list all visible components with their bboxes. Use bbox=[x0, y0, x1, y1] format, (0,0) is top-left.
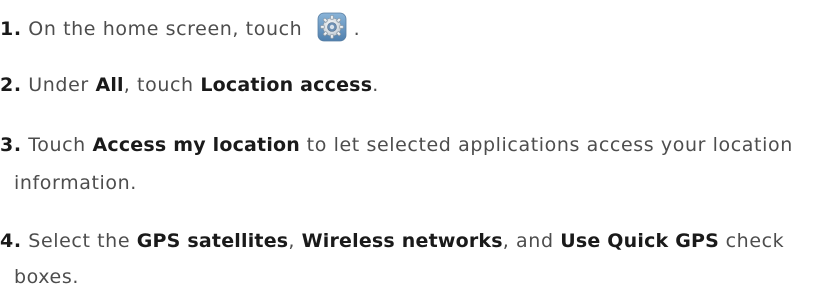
step-3-continuation: information. bbox=[14, 172, 137, 194]
step-text-end: . bbox=[353, 18, 361, 40]
bold-term-wireless-networks: Wireless networks bbox=[301, 230, 503, 252]
step-number: 2. bbox=[0, 74, 22, 96]
step-text: to let selected applications access your… bbox=[300, 134, 793, 156]
step-2: 2. Under All, touch Location access. bbox=[0, 64, 813, 106]
step-4: 4. Select the GPS satellites, Wireless n… bbox=[0, 220, 813, 262]
bold-term-all: All bbox=[95, 74, 124, 96]
step-text: check bbox=[719, 230, 785, 252]
step-3: 3. Touch Access my location to let selec… bbox=[0, 124, 813, 166]
step-number: 3. bbox=[0, 134, 22, 156]
step-text: , and bbox=[502, 230, 561, 252]
step-4-continuation: boxes. bbox=[14, 266, 79, 288]
step-number: 1. bbox=[0, 18, 22, 40]
bold-term-location-access: Location access bbox=[200, 74, 373, 96]
step-text: , bbox=[288, 230, 302, 252]
step-1: 1. On the home screen, touch . bbox=[0, 8, 813, 50]
step-text: Touch bbox=[28, 134, 93, 156]
step-number: 4. bbox=[0, 230, 22, 252]
step-text: Under bbox=[28, 74, 96, 96]
step-text: , touch bbox=[123, 74, 201, 96]
step-text: . bbox=[372, 74, 379, 96]
bold-term-access-my-location: Access my location bbox=[92, 134, 301, 156]
step-text: Select the bbox=[28, 230, 137, 252]
step-text: On the home screen, touch bbox=[28, 18, 303, 40]
bold-term-use-quick-gps: Use Quick GPS bbox=[560, 230, 719, 252]
settings-gear-icon bbox=[317, 12, 347, 41]
bold-term-gps-satellites: GPS satellites bbox=[136, 230, 289, 252]
